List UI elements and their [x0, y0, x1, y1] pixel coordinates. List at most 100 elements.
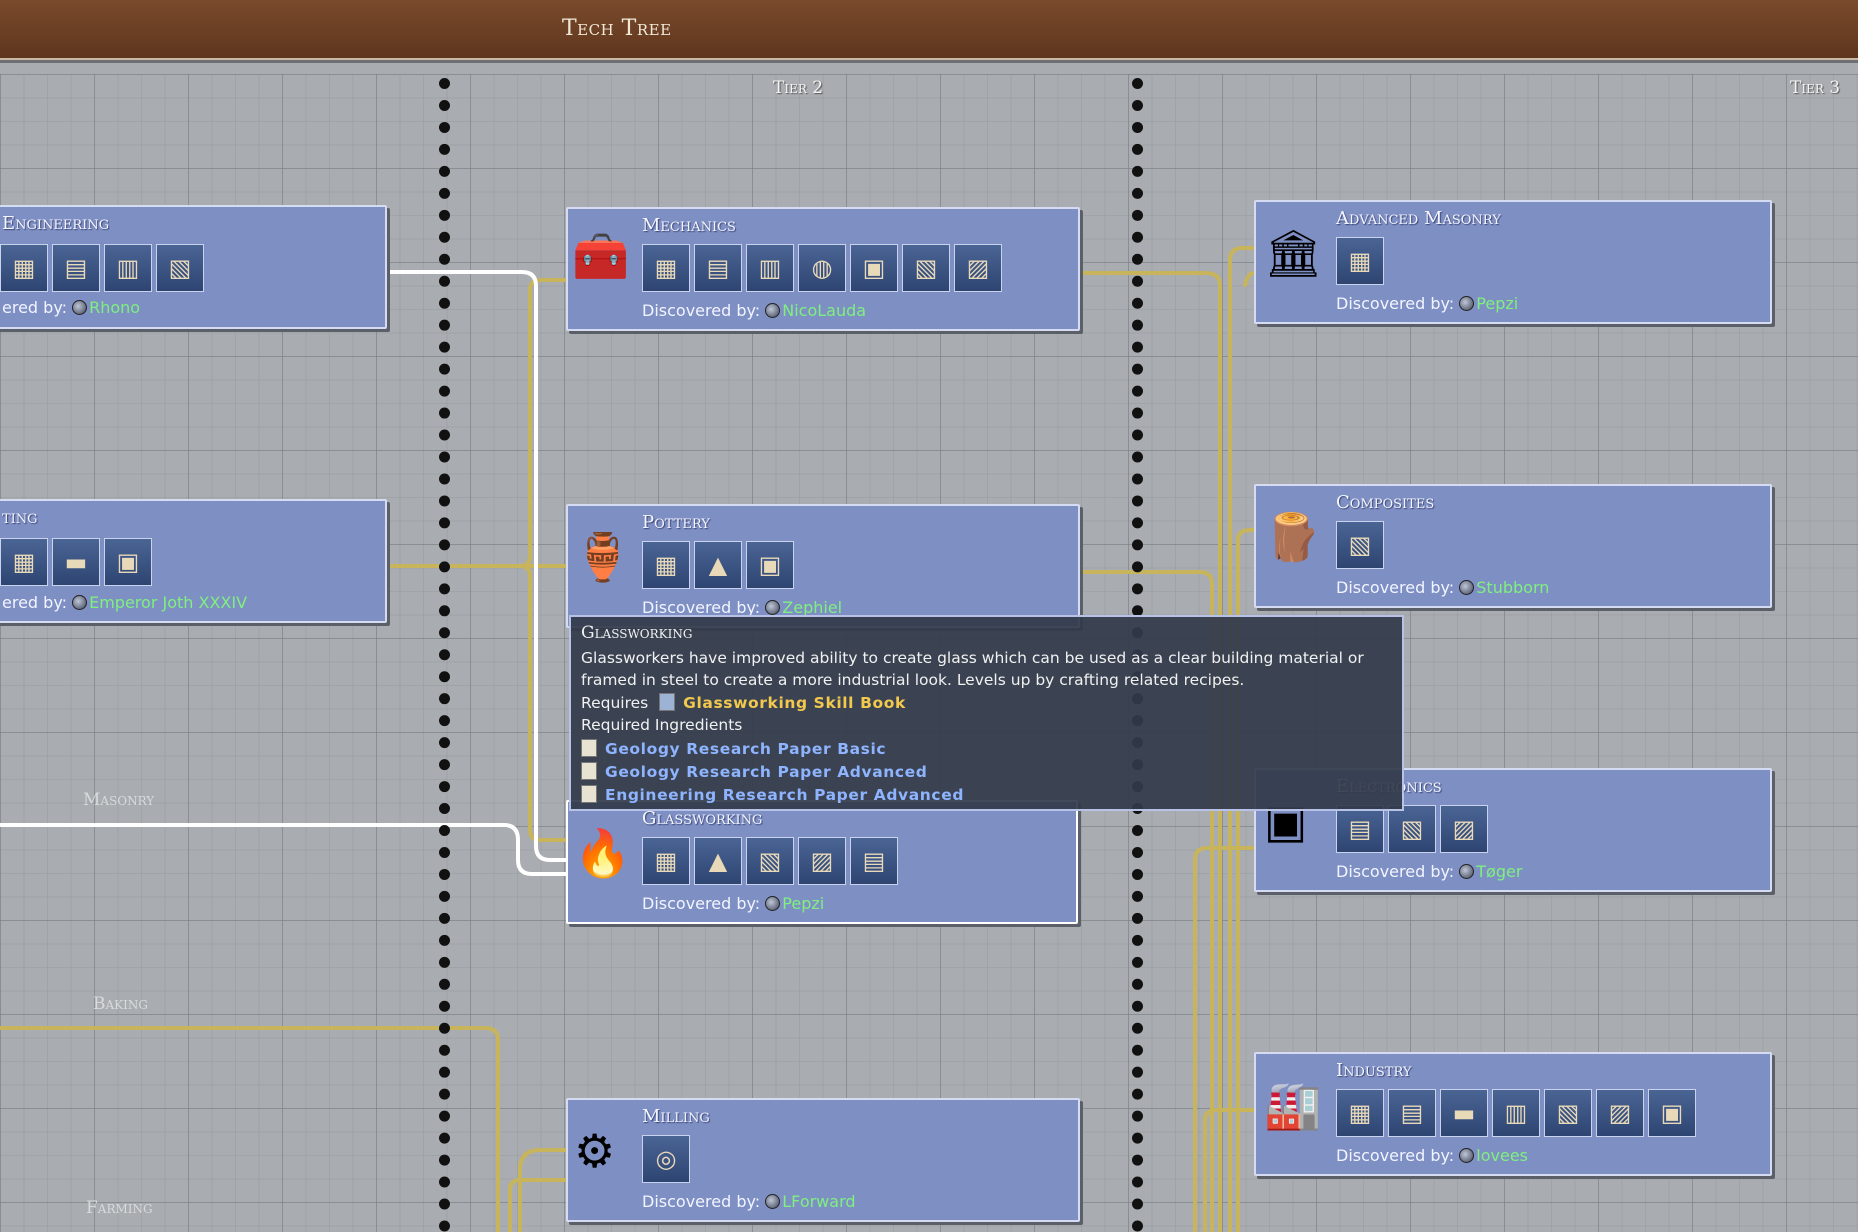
press-icon[interactable]: ▨	[954, 244, 1002, 292]
plywood-icon: 🪵	[1264, 510, 1322, 564]
conveyor-icon[interactable]: ▬	[1440, 1089, 1488, 1137]
kiln-icon[interactable]: ▲	[694, 541, 742, 589]
tooltip-requires: Requires Glassworking Skill Book	[581, 693, 906, 712]
carpentry-table-icon[interactable]: ▧	[156, 244, 204, 292]
glass-kiln-icon[interactable]: ▲	[694, 837, 742, 885]
avatar-icon	[765, 600, 781, 615]
research-paper-icon	[581, 762, 597, 780]
torch-machine-icon[interactable]: ▧	[746, 837, 794, 885]
composite-press-icon[interactable]: ▧	[1336, 521, 1384, 569]
research-paper-icon	[581, 739, 597, 757]
engine-icon[interactable]: ▧	[902, 244, 950, 292]
avatar-icon	[72, 300, 88, 315]
tech-card-smelting[interactable]: ting ▦ ▬ ▣ ered by: Emperor Joth XXXIV	[0, 499, 387, 623]
discoverer-name[interactable]: lovees	[1476, 1146, 1528, 1165]
discovered-by: Discovered by: LForward	[642, 1192, 856, 1211]
ingredient-item[interactable]: Geology Research Paper Basic	[581, 739, 886, 758]
ingredient-name: Geology Research Paper Advanced	[605, 763, 928, 781]
discovered-by: Discovered by: lovees	[1336, 1146, 1528, 1165]
ingredient-item[interactable]: Geology Research Paper Advanced	[581, 762, 928, 781]
discovered-by: ered by: Emperor Joth XXXIV	[2, 593, 248, 612]
card-title: Mechanics	[642, 215, 736, 236]
tech-card-industry[interactable]: 🏭 Industry ▦ ▤ ▬ ▥ ▧ ▨ ▣ Discovered by: …	[1254, 1052, 1772, 1176]
computer-lab-icon[interactable]: ▣	[1648, 1089, 1696, 1137]
card-title: Pottery	[642, 512, 710, 533]
glass-bench-icon[interactable]: ▦	[642, 837, 690, 885]
requires-label: Requires	[581, 694, 649, 712]
pillar-icon: 🏛	[1264, 226, 1323, 280]
tier-divider-1	[439, 78, 450, 1232]
tech-card-milling[interactable]: ⚙ Milling ◎ Discovered by: LForward	[566, 1098, 1080, 1222]
boiler-icon[interactable]: ▣	[850, 244, 898, 292]
pottery-wheel-icon[interactable]: ▦	[642, 541, 690, 589]
machine-shop-icon[interactable]: ▦	[642, 244, 690, 292]
millstone-icon[interactable]: ◎	[642, 1135, 690, 1183]
circuit-machine-icon[interactable]: ▧	[1388, 805, 1436, 853]
furnace-icon[interactable]: ▣	[104, 538, 152, 586]
lathe-icon[interactable]: ▥	[746, 244, 794, 292]
discoverer-name[interactable]: Pepzi	[782, 894, 824, 913]
ingredient-item[interactable]: Engineering Research Paper Advanced	[581, 785, 964, 804]
card-title: Milling	[642, 1106, 710, 1127]
tractor-icon[interactable]: ▨	[1596, 1089, 1644, 1137]
category-masonry: Masonry	[83, 790, 155, 810]
card-title: Industry	[1336, 1060, 1412, 1081]
anvil-icon[interactable]: ▬	[52, 538, 100, 586]
sawmill-icon[interactable]: ▥	[104, 244, 152, 292]
research-paper-icon	[581, 785, 597, 803]
tooltip-description: Glassworkers have improved ability to cr…	[581, 649, 1364, 689]
tech-card-engineering[interactable]: Engineering ▦ ▤ ▥ ▧ ered by: Rhono	[0, 205, 387, 329]
card-title: Glassworking	[642, 808, 763, 829]
discoverer-name[interactable]: Stubborn	[1476, 578, 1549, 597]
assembly-icon[interactable]: ▤	[694, 244, 742, 292]
glassworking-tooltip: Glassworking Glassworkers have improved …	[569, 615, 1404, 811]
skill-book-link[interactable]: Glassworking Skill Book	[683, 694, 906, 712]
avatar-icon	[765, 1194, 781, 1209]
skill-book-icon	[659, 693, 676, 711]
ingredient-name: Engineering Research Paper Advanced	[605, 786, 965, 804]
lab-icon[interactable]: ▤	[850, 837, 898, 885]
crafting-table-icon[interactable]: ▦	[0, 244, 48, 292]
ingredient-name: Geology Research Paper Basic	[605, 740, 887, 758]
loader-icon[interactable]: ▧	[1544, 1089, 1592, 1137]
mason-table-icon[interactable]: ▦	[1336, 237, 1384, 285]
avatar-icon	[1459, 864, 1475, 879]
grinder-icon[interactable]: ▨	[798, 837, 846, 885]
discoverer-name[interactable]: Rhono	[89, 298, 140, 317]
bloomery-icon[interactable]: ▦	[0, 538, 48, 586]
assembly-line-icon[interactable]: ▦	[1336, 1089, 1384, 1137]
discoverer-name[interactable]: NicoLauda	[782, 301, 866, 320]
discovered-by: Discovered by: Stubborn	[1336, 578, 1550, 597]
tier-3-label: Tier 3	[1790, 78, 1841, 98]
robot-arm-icon[interactable]: ▨	[1440, 805, 1488, 853]
tech-card-advanced-masonry[interactable]: 🏛 Advanced Masonry ▦ Discovered by: Pepz…	[1254, 200, 1772, 324]
workbench-icon[interactable]: ▤	[52, 244, 100, 292]
discovered-by: ered by: Rhono	[2, 298, 141, 317]
toolbox-icon: 🧰	[572, 229, 630, 283]
tech-card-glassworking[interactable]: 🔥 Glassworking ▦ ▲ ▧ ▨ ▤ Discovered by: …	[566, 800, 1078, 924]
tech-card-pottery[interactable]: 🏺 Pottery ▦ ▲ ▣ Discovered by: Zephiel	[566, 504, 1080, 628]
discoverer-name[interactable]: Tøger	[1476, 862, 1522, 881]
electronics-desk-icon[interactable]: ▤	[1336, 805, 1384, 853]
tech-card-composites[interactable]: 🪵 Composites ▧ Discovered by: Stubborn	[1254, 484, 1772, 608]
avatar-icon	[1459, 1148, 1475, 1163]
discoverer-name[interactable]: Emperor Joth XXXIV	[89, 593, 247, 612]
glassblowing-tools-icon: 🔥	[574, 826, 632, 880]
pottery-wheel-icon: 🏺	[574, 530, 632, 584]
tier-2-label: Tier 2	[773, 78, 824, 98]
discovered-by: Discovered by: NicoLauda	[642, 301, 867, 320]
card-title: Advanced Masonry	[1336, 208, 1501, 229]
drum-icon[interactable]: ◍	[798, 244, 846, 292]
avatar-icon	[765, 303, 781, 318]
discovered-by: Discovered by: Pepzi	[642, 894, 825, 913]
brick-oven-icon[interactable]: ▣	[746, 541, 794, 589]
tech-card-mechanics[interactable]: 🧰 Mechanics ▦ ▤ ▥ ◍ ▣ ▧ ▨ Discovered by:…	[566, 207, 1080, 331]
card-title: ting	[2, 507, 38, 528]
discoverer-name[interactable]: Pepzi	[1476, 294, 1518, 313]
discoverer-name[interactable]: LForward	[782, 1192, 855, 1211]
avatar-icon	[72, 595, 88, 610]
generator-icon[interactable]: ▤	[1388, 1089, 1436, 1137]
green-machine-icon[interactable]: ▥	[1492, 1089, 1540, 1137]
ingredients-label: Required Ingredients	[581, 716, 743, 734]
factory-icon: 🏭	[1264, 1078, 1322, 1132]
